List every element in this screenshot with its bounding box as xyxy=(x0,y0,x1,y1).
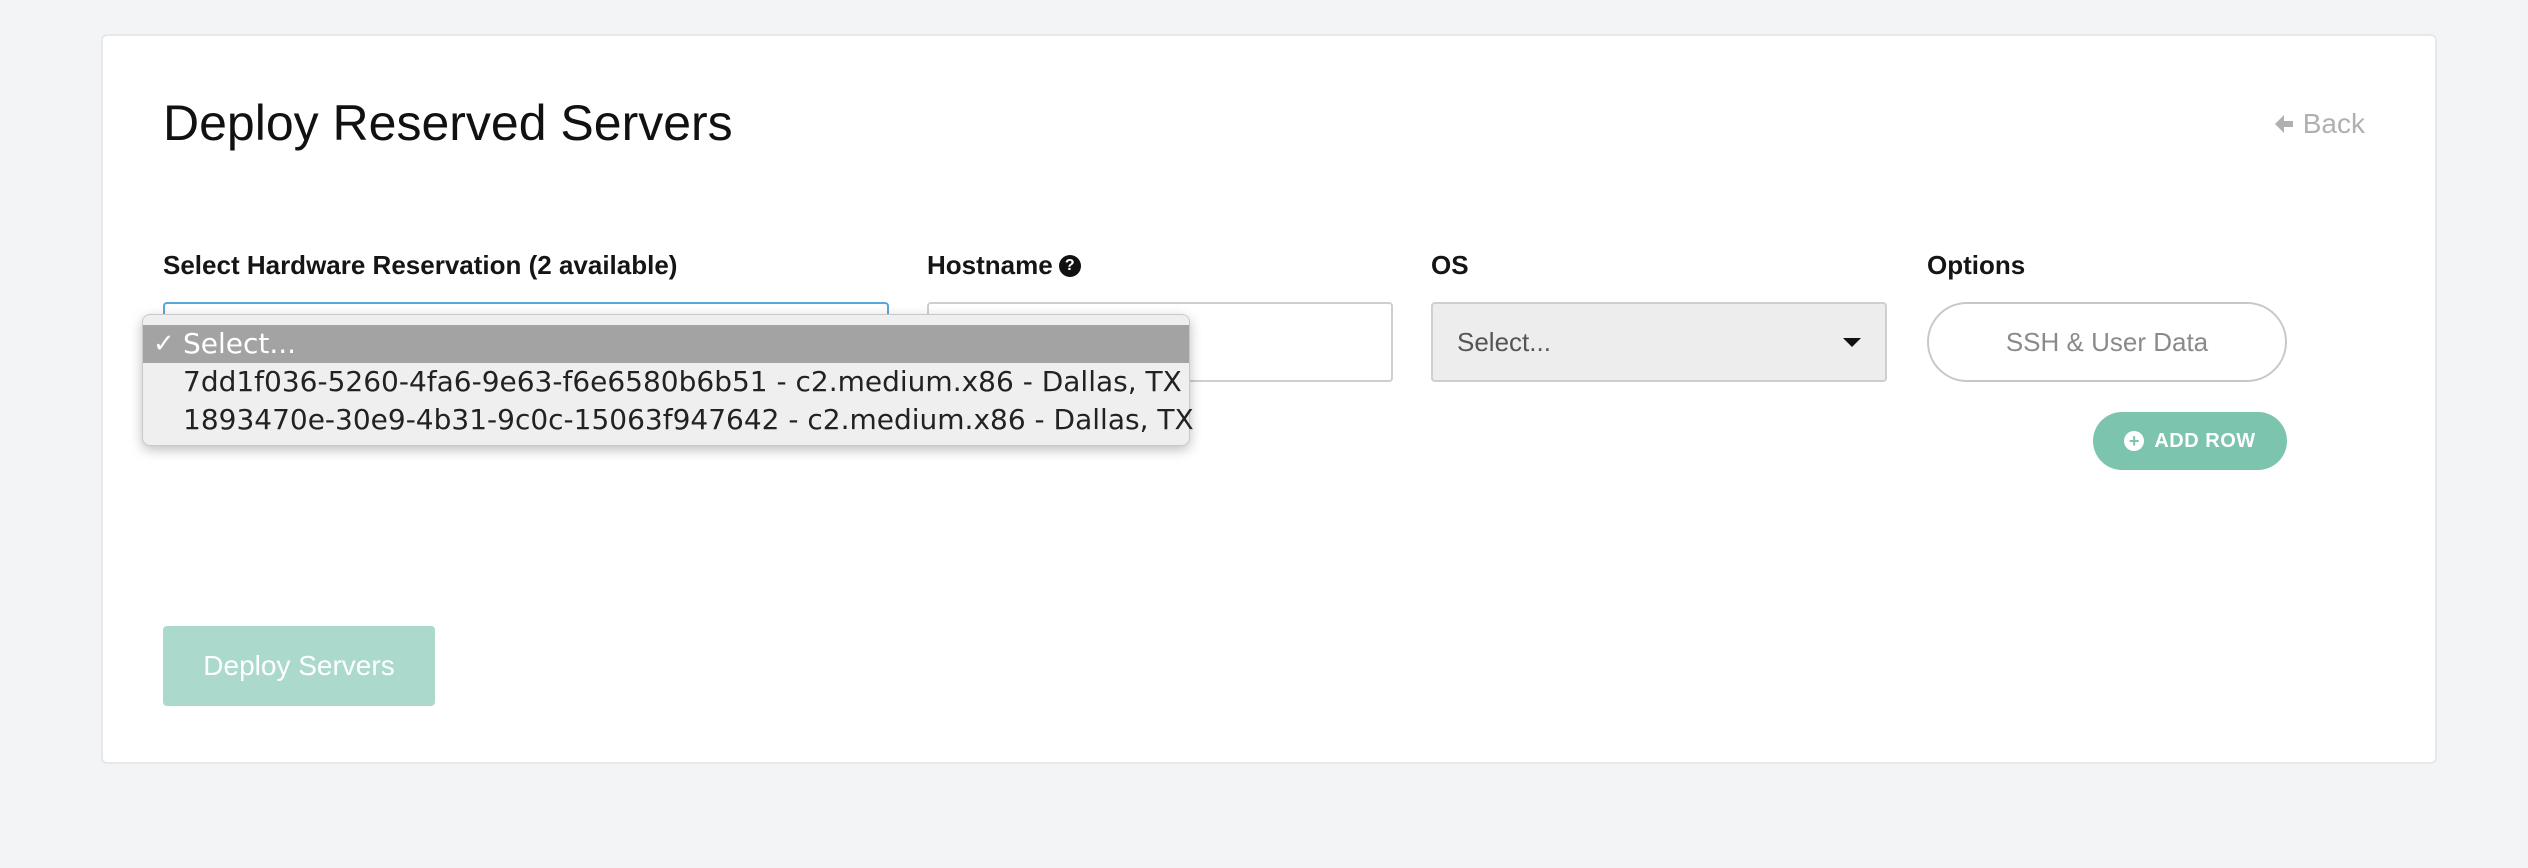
dropdown-option-label: 7dd1f036-5260-4fa6-9e63-f6e6580b6b51 - c… xyxy=(183,365,1182,398)
back-link[interactable]: Back xyxy=(2273,108,2365,140)
dropdown-option[interactable]: 1893470e-30e9-4b31-9c0c-15063f947642 - c… xyxy=(143,401,1194,439)
dropdown-option-label: Select... xyxy=(183,327,297,360)
arrow-left-icon xyxy=(2273,113,2295,135)
hardware-reservation-label: Select Hardware Reservation (2 available… xyxy=(163,250,677,281)
options-label: Options xyxy=(1927,250,2025,281)
question-circle-icon[interactable]: ? xyxy=(1058,254,1081,277)
os-select[interactable]: Select... xyxy=(1431,302,1887,382)
check-icon: ✓ xyxy=(153,329,175,359)
caret-down-icon xyxy=(1843,337,1861,347)
add-row-label: ADD ROW xyxy=(2154,429,2256,452)
hardware-reservation-dropdown: ✓ Select... 7dd1f036-5260-4fa6-9e63-f6e6… xyxy=(142,314,1194,446)
hostname-label: Hostname ? xyxy=(927,250,1081,281)
hardware-reservation-label-text: Select Hardware Reservation (2 available… xyxy=(163,250,678,280)
dropdown-option[interactable]: 7dd1f036-5260-4fa6-9e63-f6e6580b6b51 - c… xyxy=(143,363,1189,401)
add-row-button[interactable]: + ADD ROW xyxy=(2093,412,2287,470)
os-label: OS xyxy=(1431,250,1469,281)
ssh-user-data-button[interactable]: SSH & User Data xyxy=(1927,302,2287,382)
os-label-text: OS xyxy=(1431,250,1469,280)
os-select-value: Select... xyxy=(1457,326,1551,357)
hostname-label-text: Hostname xyxy=(927,250,1053,280)
page-title: Deploy Reserved Servers xyxy=(163,95,733,151)
dropdown-option-label: 1893470e-30e9-4b31-9c0c-15063f947642 - c… xyxy=(183,403,1194,436)
plus-circle-icon: + xyxy=(2124,431,2145,451)
back-label: Back xyxy=(2302,108,2365,139)
options-label-text: Options xyxy=(1927,250,2026,280)
dropdown-option[interactable]: ✓ Select... xyxy=(143,325,1189,363)
deploy-servers-button[interactable]: Deploy Servers xyxy=(163,626,435,706)
